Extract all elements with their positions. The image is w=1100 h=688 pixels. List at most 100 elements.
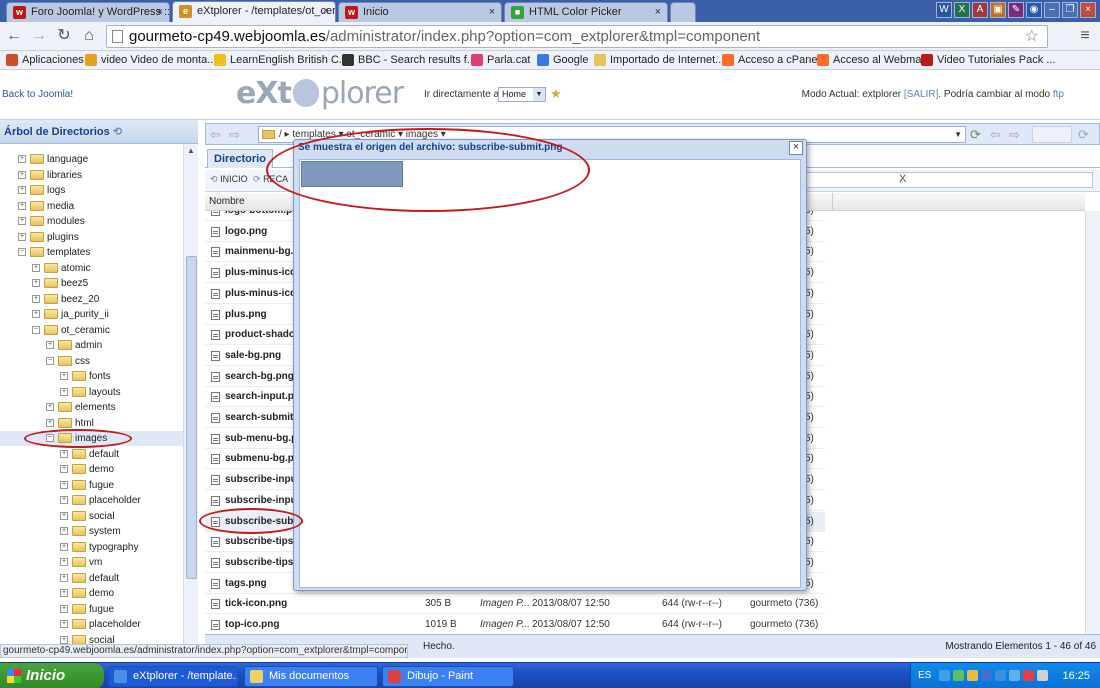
directory-tree[interactable]: + language + libraries + logs + media + modules + p… [0, 144, 183, 644]
expand-icon[interactable]: + [60, 480, 68, 489]
tree-scroll-thumb[interactable] [186, 256, 197, 579]
forward-arrow-icon[interactable]: ⇨ [1009, 127, 1020, 143]
goto-select[interactable]: Home ▼ [498, 87, 546, 102]
bookmark-star-icon[interactable]: ☆ [1025, 26, 1039, 47]
network-icon[interactable] [939, 670, 950, 681]
close-tab-icon[interactable]: × [323, 2, 329, 20]
reload-icon[interactable]: ↻ [53, 26, 75, 46]
browser-tab-color-picker[interactable]: ■ HTML Color Picker × [504, 2, 668, 22]
bookmark-importado[interactable]: Importado de Internet... [594, 51, 724, 69]
tree-node[interactable]: + placeholder [0, 493, 183, 508]
browser-tab-inicio[interactable]: w Inicio × [338, 2, 502, 22]
app-icon[interactable]: ✎ [1008, 2, 1024, 18]
tree-node[interactable]: + atomic [0, 261, 183, 276]
home-icon[interactable]: ⌂ [78, 26, 100, 46]
tree-node[interactable]: + placeholder [0, 617, 183, 632]
tree-node[interactable]: + plugins [0, 230, 183, 245]
tree-node[interactable]: + social [0, 633, 183, 644]
tree-node[interactable]: + typography [0, 540, 183, 555]
back-arrow-icon[interactable]: ⇦ [210, 127, 221, 143]
column-splitter[interactable] [832, 193, 833, 211]
expand-icon[interactable]: + [60, 465, 68, 474]
tray-app-icon[interactable] [967, 670, 978, 681]
back-to-joomla-link[interactable]: Back to Joomla! [2, 89, 73, 100]
tree-node[interactable]: + modules [0, 214, 183, 229]
tree-node[interactable]: + fugue [0, 602, 183, 617]
expand-icon[interactable]: + [18, 186, 26, 195]
tray-app-icon[interactable] [1009, 670, 1020, 681]
logout-link[interactable]: [SALIR] [904, 89, 938, 100]
tree-scrollbar[interactable]: ▲ [183, 144, 198, 644]
bookmark-parla[interactable]: Parla.cat [471, 51, 530, 69]
tray-app-icon[interactable] [995, 670, 1006, 681]
expand-icon[interactable]: + [60, 558, 68, 567]
bookmark-aplicaciones[interactable]: Aplicaciones [6, 51, 84, 69]
expand-icon[interactable]: + [60, 542, 68, 551]
taskbar-item-documents[interactable]: Mis documentos [244, 666, 378, 687]
expand-icon[interactable]: + [60, 449, 68, 458]
tree-node[interactable]: − css [0, 354, 183, 369]
tree-node[interactable]: + media [0, 199, 183, 214]
tree-node[interactable]: + default [0, 447, 183, 462]
forward-arrow-icon[interactable]: ⇨ [229, 127, 240, 143]
expand-icon[interactable]: + [60, 372, 68, 381]
expand-icon[interactable]: + [18, 217, 26, 226]
tree-node[interactable]: − templates [0, 245, 183, 260]
app-icon[interactable]: ▣ [990, 2, 1006, 18]
expand-icon[interactable]: + [32, 310, 40, 319]
scroll-up-icon[interactable]: ▲ [187, 146, 195, 155]
minimize-icon[interactable]: – [1044, 2, 1060, 18]
reload-icon[interactable]: ⟳ [1078, 127, 1089, 143]
table-row[interactable]: tick-icon.png 305 B Imagen P... 2013/08/07 … [205, 594, 825, 615]
expand-icon[interactable]: + [60, 573, 68, 582]
tree-node[interactable]: + logs [0, 183, 183, 198]
ftp-mode-link[interactable]: ftp [1053, 89, 1064, 100]
tray-app-icon[interactable] [953, 670, 964, 681]
expand-icon[interactable]: + [32, 279, 40, 288]
bookmark-learnenglish[interactable]: LearnEnglish British C... [214, 51, 348, 69]
tree-node[interactable]: + ja_purity_ii [0, 307, 183, 322]
expand-icon[interactable]: + [46, 341, 54, 350]
bookmark-google[interactable]: Google [537, 51, 588, 69]
expand-icon[interactable]: + [60, 527, 68, 536]
url-input[interactable]: gourmeto-cp49.webjoomla.es/administrator… [106, 25, 1048, 48]
home-button[interactable]: ⟲ INICIO [210, 174, 248, 185]
tree-node[interactable]: + libraries [0, 168, 183, 183]
tree-node[interactable]: + fonts [0, 369, 183, 384]
clear-filter-button[interactable]: X [899, 173, 906, 185]
expand-icon[interactable]: + [32, 294, 40, 303]
tree-node[interactable]: + elements [0, 400, 183, 415]
expand-icon[interactable]: + [46, 403, 54, 412]
expand-icon[interactable]: + [60, 511, 68, 520]
bookmark-video-tutoriales[interactable]: Video Tutoriales Pack ... [921, 51, 1055, 69]
forward-arrow-icon[interactable]: → [28, 26, 50, 46]
bookmark-webmail[interactable]: Acceso al Webmail [817, 51, 926, 69]
excel-icon[interactable]: X [954, 2, 970, 18]
tray-app-icon[interactable] [981, 670, 992, 681]
taskbar-item-extplorer[interactable]: eXtplorer - /template... [108, 666, 238, 687]
reload-icon[interactable]: ⟳ [970, 127, 981, 143]
bookmark-bbc[interactable]: BBC - Search results f... [342, 51, 476, 69]
expand-icon[interactable]: + [18, 155, 26, 164]
expand-icon[interactable]: + [32, 263, 40, 272]
bookmark-cpanel[interactable]: Acceso a cPanel [722, 51, 820, 69]
refresh-tree-icon[interactable]: ⟲ [113, 126, 122, 138]
word-icon[interactable]: W [936, 2, 952, 18]
expand-icon[interactable]: + [60, 496, 68, 505]
security-icon[interactable] [1023, 670, 1034, 681]
tree-node[interactable]: + beez5 [0, 276, 183, 291]
tree-node[interactable]: + system [0, 524, 183, 539]
tree-node[interactable]: + admin [0, 338, 183, 353]
expand-icon[interactable]: + [18, 232, 26, 241]
close-tab-icon[interactable]: × [489, 3, 495, 21]
access-icon[interactable]: A [972, 2, 988, 18]
tree-node[interactable]: + default [0, 571, 183, 586]
filter-input[interactable] [806, 172, 1093, 188]
app-icon[interactable]: ◉ [1026, 2, 1042, 18]
tree-node[interactable]: + demo [0, 586, 183, 601]
collapse-icon[interactable]: − [32, 325, 40, 334]
folder-up-button[interactable] [1032, 126, 1072, 143]
table-row[interactable]: top-ico.png 1019 B Imagen P... 2013/08/07 1… [205, 615, 825, 634]
browser-tab-extplorer[interactable]: e eXtplorer - /templates/ot_ceramic × [172, 1, 336, 22]
grid-scrollbar[interactable] [1085, 211, 1100, 634]
